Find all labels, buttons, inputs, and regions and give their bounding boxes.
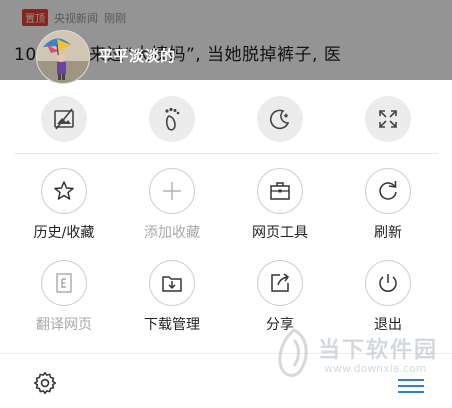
share-circle xyxy=(257,260,303,306)
incognito-mode-button[interactable] xyxy=(149,96,195,142)
bottom-bar xyxy=(0,353,452,408)
download-manager-button[interactable]: 下载管理 xyxy=(132,260,212,340)
share-label: 分享 xyxy=(266,317,294,333)
no-image-mode-button[interactable] xyxy=(41,96,87,142)
menu-toggle-button[interactable] xyxy=(398,378,424,398)
translate-circle xyxy=(41,260,87,306)
divider xyxy=(14,153,438,154)
power-icon xyxy=(379,274,397,292)
refresh-button[interactable]: 刷新 xyxy=(348,168,428,248)
settings-button[interactable] xyxy=(32,370,58,400)
toolbox-icon xyxy=(270,182,290,200)
star-icon xyxy=(54,181,74,200)
share-button[interactable]: 分享 xyxy=(240,260,320,340)
history-bookmarks-button[interactable]: 历史/收藏 xyxy=(24,168,104,248)
page-tools-label: 网页工具 xyxy=(252,225,308,241)
exit-button[interactable]: 退出 xyxy=(348,260,428,340)
page-tools-button[interactable]: 网页工具 xyxy=(240,168,320,248)
mode-toggle-row xyxy=(0,80,452,158)
translate-icon xyxy=(56,273,72,293)
add-bookmark-button[interactable]: 添加收藏 xyxy=(132,168,212,248)
night-mode-icon xyxy=(269,109,290,130)
history-label: 历史/收藏 xyxy=(33,225,95,241)
fullscreen-icon xyxy=(379,110,397,128)
refresh-label: 刷新 xyxy=(374,225,402,241)
refresh-circle xyxy=(365,168,411,214)
avatar[interactable] xyxy=(36,30,90,84)
downloads-label: 下载管理 xyxy=(144,317,200,333)
plus-icon xyxy=(163,182,181,200)
download-circle xyxy=(149,260,195,306)
translate-label: 翻译网页 xyxy=(36,317,92,333)
username[interactable]: 平平淡淡的 xyxy=(98,45,176,66)
avatar-photo xyxy=(37,31,89,83)
exit-circle xyxy=(365,260,411,306)
exit-label: 退出 xyxy=(374,317,402,333)
hamburger-icon xyxy=(398,379,424,393)
share-icon xyxy=(271,273,290,292)
page-tools-circle xyxy=(257,168,303,214)
refresh-icon xyxy=(379,181,397,200)
translate-page-button[interactable]: 翻译网页 xyxy=(24,260,104,340)
download-folder-icon xyxy=(162,276,182,292)
footprint-icon xyxy=(165,107,180,131)
gear-icon xyxy=(33,371,57,395)
fullscreen-button[interactable] xyxy=(365,96,411,142)
add-bookmark-label: 添加收藏 xyxy=(144,225,200,241)
night-mode-button[interactable] xyxy=(257,96,303,142)
history-circle xyxy=(41,168,87,214)
no-image-icon xyxy=(54,108,74,130)
add-bookmark-circle xyxy=(149,168,195,214)
